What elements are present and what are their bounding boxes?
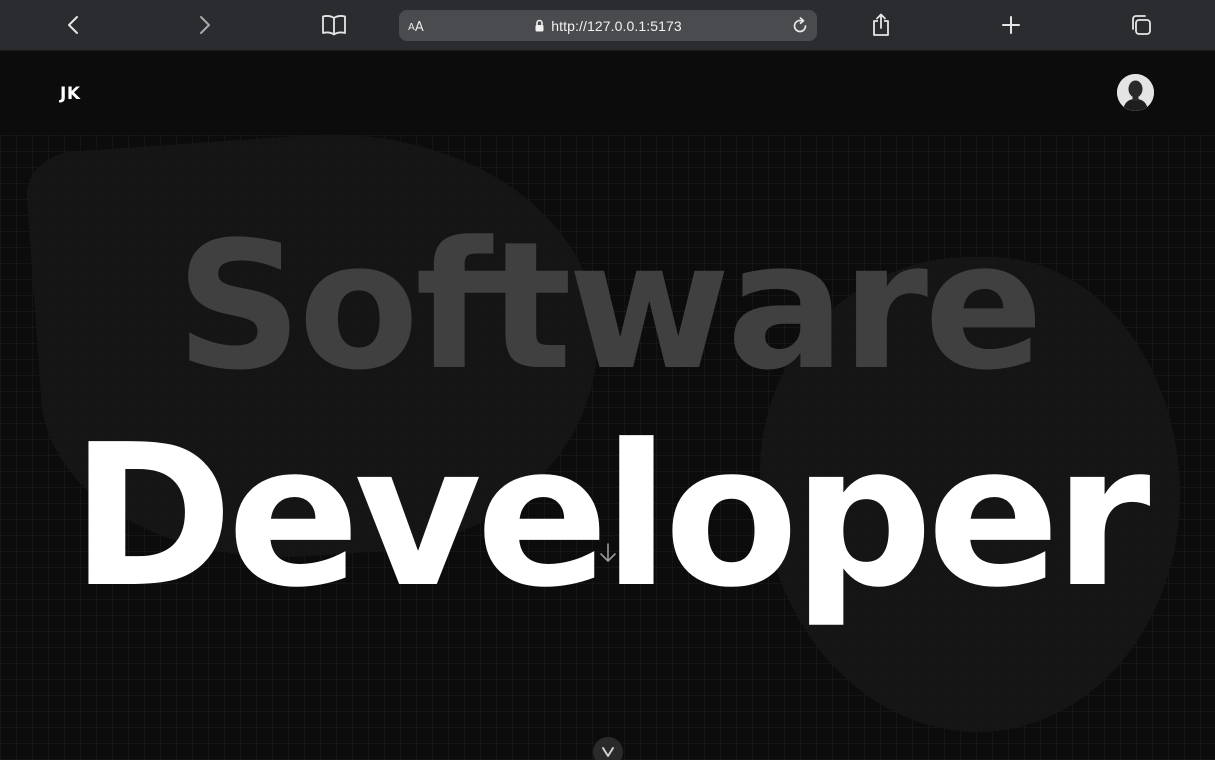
reload-icon: [793, 17, 807, 33]
reader-options-button[interactable]: A A: [408, 16, 424, 35]
lock-icon: [534, 19, 545, 32]
url-display: http://127.0.0.1:5173: [399, 10, 817, 41]
chevron-right-icon: [200, 16, 210, 34]
bookmarks-button[interactable]: [318, 9, 350, 41]
browser-toolbar: A A http://127.0.0.1:5173: [0, 0, 1215, 51]
reader-label-big: A: [414, 20, 424, 35]
site-logo[interactable]: JK: [60, 84, 81, 104]
avatar[interactable]: [1117, 74, 1154, 111]
tabs-overview-button[interactable]: [1125, 9, 1157, 41]
hero-title-software: Software: [175, 204, 1044, 409]
back-button[interactable]: [58, 9, 90, 41]
hero-title-developer: Developer: [70, 403, 1150, 631]
share-icon: [873, 13, 889, 36]
new-tab-button[interactable]: [995, 9, 1027, 41]
tabs-icon: [1132, 15, 1151, 35]
scroll-down-button[interactable]: [593, 737, 623, 760]
avatar-photo: [1117, 74, 1154, 111]
reload-button[interactable]: [787, 13, 813, 39]
forward-button[interactable]: [188, 9, 220, 41]
plus-icon: [1002, 16, 1020, 34]
book-icon: [322, 15, 346, 36]
address-bar[interactable]: A A http://127.0.0.1:5173: [399, 10, 817, 41]
chevron-down-icon: [602, 747, 614, 757]
arrow-down-icon: [600, 543, 616, 562]
chevron-left-icon: [68, 16, 78, 34]
share-button[interactable]: [865, 9, 897, 41]
url-text: http://127.0.0.1:5173: [551, 17, 682, 34]
reader-label-small: A: [408, 22, 415, 33]
page-viewport: JK Software Developer: [0, 51, 1215, 760]
